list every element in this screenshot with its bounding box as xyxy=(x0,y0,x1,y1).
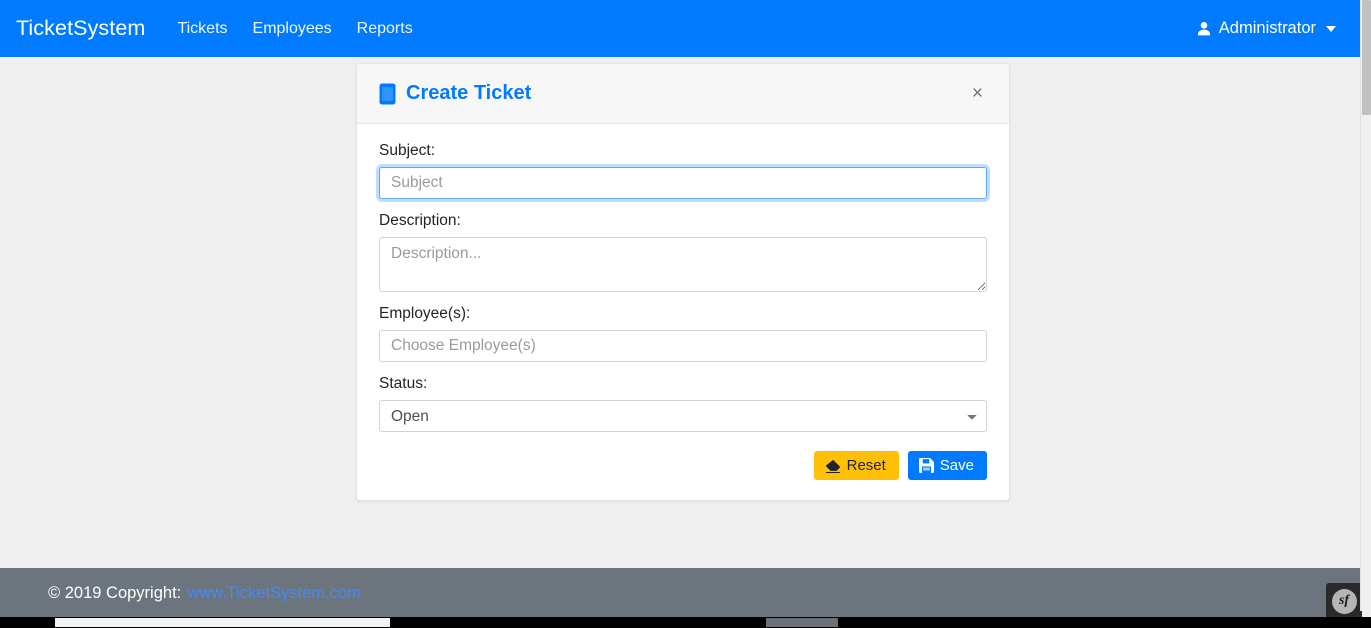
create-ticket-card: Create Ticket × Subject: Description: Em… xyxy=(356,63,1010,501)
horizontal-scrollbar-thumb-secondary[interactable] xyxy=(766,618,838,627)
field-description: Description: xyxy=(379,212,987,292)
status-label: Status: xyxy=(379,375,428,392)
save-icon xyxy=(918,458,934,473)
reset-button-label: Reset xyxy=(846,457,886,474)
page-title: Create Ticket xyxy=(379,82,531,105)
field-employees: Employee(s): xyxy=(379,305,987,362)
user-menu-label: Administrator xyxy=(1218,19,1316,37)
horizontal-scrollbar-thumb[interactable] xyxy=(55,618,390,627)
footer-website-link[interactable]: www.TicketSystem.com xyxy=(187,584,361,603)
vertical-scrollbar[interactable] xyxy=(1360,0,1371,611)
eraser-icon xyxy=(825,459,841,473)
save-button[interactable]: Save xyxy=(907,451,987,480)
ticket-icon xyxy=(379,83,396,105)
status-select[interactable]: Open xyxy=(379,400,987,432)
subject-input[interactable] xyxy=(379,167,987,199)
reset-button[interactable]: Reset xyxy=(813,451,899,480)
navbar: TicketSystem Tickets Employees Reports A… xyxy=(0,0,1360,57)
card-body: Subject: Description: Employee(s): Statu… xyxy=(357,124,1009,500)
close-icon[interactable]: × xyxy=(966,80,989,107)
field-status: Status: Open xyxy=(379,375,987,432)
nav-links: Tickets Employees Reports xyxy=(177,20,412,38)
subject-label: Subject: xyxy=(379,142,436,159)
page-root: TicketSystem Tickets Employees Reports A… xyxy=(0,0,1371,628)
user-icon xyxy=(1196,21,1212,37)
chevron-down-icon xyxy=(1326,25,1336,32)
user-menu[interactable]: Administrator xyxy=(1196,19,1360,38)
description-textarea[interactable] xyxy=(379,237,987,292)
nav-link-employees[interactable]: Employees xyxy=(253,20,332,38)
footer: © 2019 Copyright: www.TicketSystem.com xyxy=(0,568,1360,619)
description-label: Description: xyxy=(379,212,461,229)
symfony-toolbar-badge[interactable]: sf xyxy=(1326,583,1362,619)
card-header: Create Ticket × xyxy=(357,64,1009,124)
symfony-logo-icon: sf xyxy=(1331,588,1357,614)
nav-link-tickets[interactable]: Tickets xyxy=(177,20,227,38)
save-button-label: Save xyxy=(939,457,974,474)
employees-label: Employee(s): xyxy=(379,305,471,322)
nav-link-reports[interactable]: Reports xyxy=(357,20,413,38)
card-title-text: Create Ticket xyxy=(406,82,532,104)
horizontal-scrollbar[interactable] xyxy=(0,617,1371,628)
brand-logo[interactable]: TicketSystem xyxy=(16,16,145,41)
form-actions: Reset Save xyxy=(379,451,987,480)
employees-input[interactable] xyxy=(379,330,987,362)
vertical-scrollbar-thumb[interactable] xyxy=(1362,0,1371,115)
field-subject: Subject: xyxy=(379,142,987,199)
copyright-text: © 2019 Copyright: xyxy=(48,584,182,602)
